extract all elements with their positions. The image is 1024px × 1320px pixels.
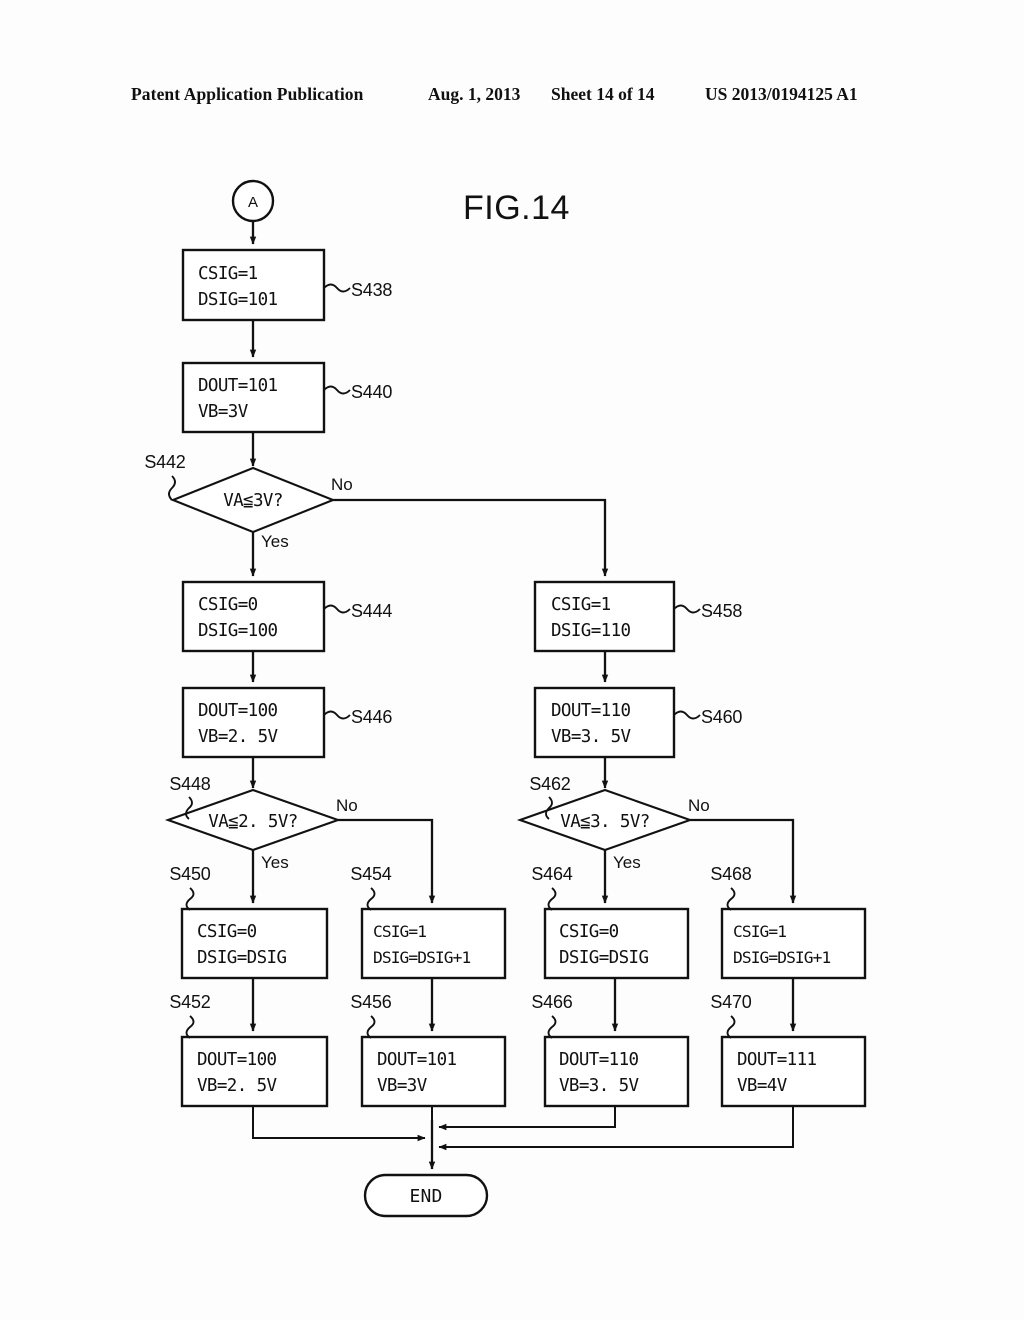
terminator-end-label: END bbox=[409, 1186, 442, 1207]
s440-line2: VB=3V bbox=[198, 402, 249, 422]
s452-line1: DOUT=100 bbox=[197, 1050, 277, 1070]
step-label-s448: S448 bbox=[169, 774, 210, 794]
edge-s452-to-end-merge bbox=[252, 1106, 426, 1142]
step-label-s470: S470 bbox=[710, 992, 751, 1012]
s444-line2: DSIG=100 bbox=[198, 621, 278, 641]
leader-s470 bbox=[726, 1015, 736, 1039]
s438-line2: DSIG=101 bbox=[198, 290, 278, 310]
step-label-s456: S456 bbox=[350, 992, 391, 1012]
leader-s466 bbox=[547, 1015, 557, 1039]
s452-line2: VB=2. 5V bbox=[197, 1076, 278, 1096]
leader-s442 bbox=[168, 475, 176, 501]
s462-yes-label: Yes bbox=[613, 853, 641, 872]
s464-line1: CSIG=0 bbox=[559, 922, 619, 942]
leader-s458 bbox=[673, 604, 701, 614]
step-label-s438: S438 bbox=[351, 280, 392, 300]
s462-no-label: No bbox=[688, 796, 710, 815]
s448-no-label: No bbox=[336, 796, 358, 815]
leader-s454 bbox=[366, 887, 376, 911]
s440-line1: DOUT=101 bbox=[198, 376, 278, 396]
s466-line2: VB=3. 5V bbox=[559, 1076, 640, 1096]
s446-line1: DOUT=100 bbox=[198, 701, 278, 721]
leader-s460 bbox=[673, 710, 701, 720]
s460-line1: DOUT=110 bbox=[551, 701, 631, 721]
leader-s444 bbox=[323, 604, 351, 614]
process-box-s454 bbox=[360, 907, 507, 980]
step-label-s444: S444 bbox=[351, 601, 392, 621]
edge-s448-no-to-s454 bbox=[338, 818, 436, 904]
leader-s446 bbox=[323, 710, 351, 720]
flowchart-canvas: FIG.14 A CSIG=1 DSIG=101 S438 DOUT=101 V… bbox=[144, 179, 867, 1218]
step-label-s446: S446 bbox=[351, 707, 392, 727]
leader-s464 bbox=[547, 887, 557, 911]
s444-line1: CSIG=0 bbox=[198, 595, 258, 615]
step-label-s450: S450 bbox=[169, 864, 210, 884]
step-label-s454: S454 bbox=[350, 864, 391, 884]
s458-line2: DSIG=110 bbox=[551, 621, 631, 641]
step-label-s464: S464 bbox=[531, 864, 572, 884]
s456-line1: DOUT=101 bbox=[377, 1050, 457, 1070]
s462-condition: VA≦3. 5V? bbox=[560, 812, 649, 832]
s468-line2: DSIG=DSIG+1 bbox=[733, 948, 830, 967]
s468-line1: CSIG=1 bbox=[733, 922, 786, 941]
leader-s456 bbox=[366, 1015, 376, 1039]
step-label-s442: S442 bbox=[144, 452, 185, 472]
s448-yes-label: Yes bbox=[261, 853, 289, 872]
s446-line2: VB=2. 5V bbox=[198, 727, 279, 747]
edge-s442-no-to-s458 bbox=[333, 498, 609, 577]
s458-line1: CSIG=1 bbox=[551, 595, 611, 615]
s442-no-label: No bbox=[331, 475, 353, 494]
patent-figure-page: Patent Application Publication Aug. 1, 2… bbox=[0, 0, 1024, 1320]
s466-line1: DOUT=110 bbox=[559, 1050, 639, 1070]
connector-circle-a-label: A bbox=[248, 194, 258, 211]
s450-line1: CSIG=0 bbox=[197, 922, 257, 942]
s470-line2: VB=4V bbox=[737, 1076, 788, 1096]
s450-line2: DSIG=DSIG bbox=[197, 948, 286, 968]
s448-condition: VA≦2. 5V? bbox=[208, 812, 297, 832]
s442-yes-label: Yes bbox=[261, 532, 289, 551]
step-label-s460: S460 bbox=[701, 707, 742, 727]
process-box-s468 bbox=[720, 907, 867, 980]
edge-s462-no-to-s468 bbox=[690, 818, 797, 904]
figure-title: FIG.14 bbox=[463, 189, 570, 227]
edge-s466-to-end-merge bbox=[438, 1106, 616, 1131]
step-label-s452: S452 bbox=[169, 992, 210, 1012]
s454-line1: CSIG=1 bbox=[373, 922, 426, 941]
step-label-s468: S468 bbox=[710, 864, 751, 884]
s464-line2: DSIG=DSIG bbox=[559, 948, 648, 968]
s456-line2: VB=3V bbox=[377, 1076, 428, 1096]
leader-s468 bbox=[726, 887, 736, 911]
leader-s450 bbox=[185, 887, 195, 911]
step-label-s458: S458 bbox=[701, 601, 742, 621]
leader-s440 bbox=[323, 385, 351, 395]
step-label-s466: S466 bbox=[531, 992, 572, 1012]
s460-line2: VB=3. 5V bbox=[551, 727, 632, 747]
s470-line1: DOUT=111 bbox=[737, 1050, 817, 1070]
s454-line2: DSIG=DSIG+1 bbox=[373, 948, 470, 967]
s442-condition: VA≦3V? bbox=[223, 491, 283, 511]
step-label-s440: S440 bbox=[351, 382, 392, 402]
leader-s438 bbox=[323, 283, 351, 293]
s438-line1: CSIG=1 bbox=[198, 264, 258, 284]
step-label-s462: S462 bbox=[529, 774, 570, 794]
flowchart-figure: FIG.14 A CSIG=1 DSIG=101 S438 DOUT=101 V… bbox=[0, 0, 1024, 1320]
leader-s452 bbox=[185, 1015, 195, 1039]
